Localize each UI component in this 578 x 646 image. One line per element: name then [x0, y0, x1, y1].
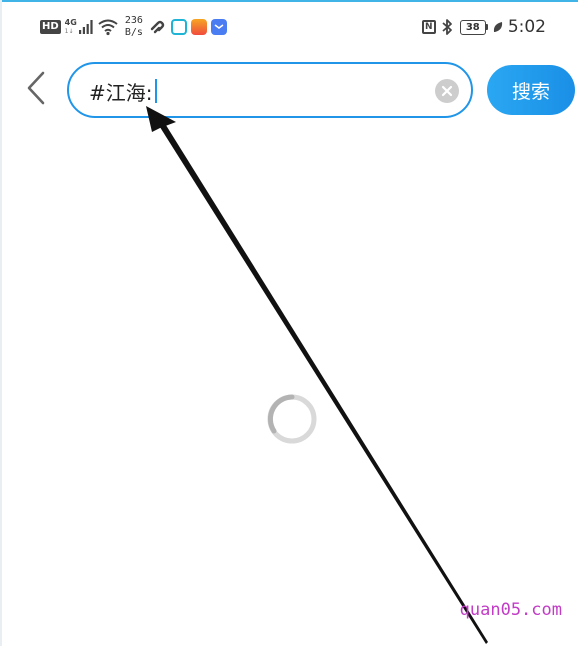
search-button[interactable]: 搜索 — [487, 65, 575, 115]
network-type-label: 4G — [64, 18, 77, 27]
leaf-icon — [493, 22, 502, 32]
clear-circle-icon — [441, 85, 453, 97]
battery-level: 38 — [459, 19, 486, 35]
battery-icon: 38 — [459, 19, 488, 35]
search-box[interactable]: #江海: — [67, 62, 473, 118]
network-speed: 236 B/s — [125, 15, 143, 39]
back-button[interactable] — [20, 68, 52, 108]
mail-app-icon — [210, 19, 227, 35]
network-type: 4G 1↓ — [65, 18, 77, 36]
watermark: quan05.com — [459, 600, 562, 620]
link-app-icon — [150, 20, 165, 34]
network-sub-label: 1↓ — [64, 28, 74, 35]
battery-tip — [485, 24, 488, 30]
search-input-value: #江海: — [89, 80, 153, 105]
status-bar-left: HD 4G 1↓ 236 B/s — [40, 12, 227, 42]
clear-button[interactable] — [435, 79, 459, 103]
wifi-icon — [98, 19, 118, 36]
network-speed-unit: B/s — [124, 27, 143, 38]
video-app-icon — [190, 19, 207, 35]
results-area — [2, 130, 578, 646]
signal-icon — [78, 20, 93, 34]
spinner-icon — [267, 394, 317, 444]
status-bar: HD 4G 1↓ 236 B/s N 38 5:02 — [0, 2, 578, 50]
network-speed-value: 236 — [124, 15, 143, 26]
status-bar-right: N 38 5:02 — [421, 12, 546, 42]
message-app-icon — [170, 19, 187, 35]
nfc-icon: N — [421, 20, 436, 34]
hd-icon: HD — [40, 20, 61, 34]
text-caret — [154, 79, 157, 103]
status-time: 5:02 — [507, 17, 546, 37]
chevron-left-icon — [27, 71, 45, 105]
search-input[interactable]: #江海: — [89, 76, 419, 106]
bluetooth-icon — [442, 19, 452, 35]
